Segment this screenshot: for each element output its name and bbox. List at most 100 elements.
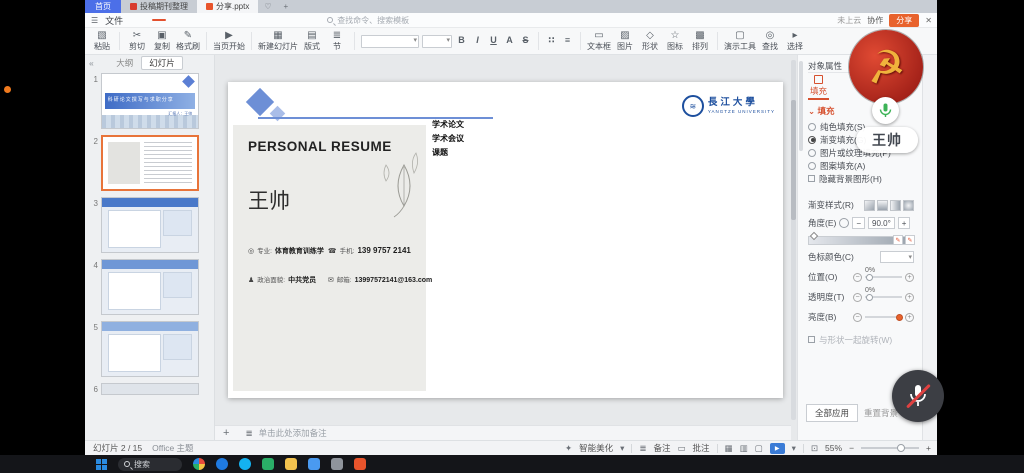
gradient-stop-marker[interactable] bbox=[810, 232, 818, 240]
slide-thumbnail[interactable] bbox=[101, 321, 199, 377]
gradient-style-button[interactable] bbox=[890, 200, 901, 211]
chevron-down-icon[interactable]: ▾ bbox=[792, 443, 796, 454]
home-tab[interactable]: 首页 bbox=[85, 0, 121, 13]
wechat-icon[interactable] bbox=[262, 458, 274, 470]
hide-background-checkbox[interactable]: 隐藏背景图形(H) bbox=[808, 172, 914, 185]
toolbar-button[interactable]: B bbox=[455, 36, 468, 47]
taskbar-search[interactable]: 搜索 bbox=[118, 458, 182, 471]
menu-item[interactable] bbox=[200, 19, 214, 21]
docs-icon[interactable] bbox=[308, 458, 320, 470]
slider-track[interactable] bbox=[865, 316, 902, 318]
hamburger-icon[interactable]: ☰ bbox=[91, 16, 98, 25]
gradient-stop-bar[interactable]: ✎ ✎ bbox=[808, 236, 914, 245]
sorter-view-icon[interactable]: ▥ bbox=[740, 443, 748, 454]
collaborate-button[interactable]: 协作 bbox=[867, 15, 883, 26]
menu-item[interactable] bbox=[248, 19, 262, 21]
new-slide-button[interactable]: + bbox=[223, 427, 229, 439]
toolbar-button[interactable]: ▤ 版式 bbox=[301, 31, 323, 51]
command-search[interactable]: 查找命令、搜索模板 bbox=[327, 15, 409, 26]
toolbar-button[interactable] bbox=[251, 32, 252, 50]
zoom-slider-knob[interactable] bbox=[897, 444, 905, 452]
toolbar-button[interactable] bbox=[580, 32, 581, 50]
stop-color-dropdown[interactable] bbox=[880, 251, 914, 263]
toolbar-button[interactable]: U bbox=[487, 36, 500, 47]
share-button[interactable]: 分享 bbox=[889, 14, 919, 27]
toolbar-button[interactable] bbox=[717, 32, 718, 50]
menu-item[interactable] bbox=[264, 19, 278, 21]
toolbar-button[interactable]: ▧ 粘贴 bbox=[91, 31, 113, 51]
zoom-level[interactable]: 55% bbox=[825, 443, 842, 453]
edge-browser-icon[interactable] bbox=[216, 458, 228, 470]
toolbar-button[interactable] bbox=[538, 32, 539, 50]
canvas-scrollbar[interactable] bbox=[791, 60, 796, 420]
remove-stop-button[interactable]: ✎ bbox=[905, 235, 915, 245]
toolbar-button[interactable]: ▶ 当页开始 bbox=[213, 31, 245, 51]
zoom-out-button[interactable]: − bbox=[849, 443, 854, 453]
toolbar-button[interactable]: ▭ 文本框 bbox=[587, 31, 611, 51]
reset-background-button[interactable]: 重置背景 bbox=[864, 407, 898, 419]
toolbar-button[interactable]: ◎ 查找 bbox=[759, 31, 781, 51]
menu-item[interactable] bbox=[152, 19, 166, 21]
toolbar-button[interactable]: ✎ 格式刷 bbox=[176, 31, 200, 51]
add-stop-button[interactable]: ✎ bbox=[893, 235, 903, 245]
angle-dial-icon[interactable] bbox=[839, 218, 849, 228]
increase-icon[interactable]: + bbox=[905, 293, 914, 302]
toolbar-button[interactable]: ≣ 节 bbox=[326, 31, 348, 51]
angle-decrease-button[interactable]: − bbox=[852, 217, 865, 229]
angle-value[interactable]: 90.0° bbox=[868, 217, 895, 229]
toolbar-button[interactable]: ▨ 图片 bbox=[614, 31, 636, 51]
notes-bar[interactable]: + ≣ 单击此处添加备注 bbox=[215, 425, 791, 440]
toolbar-button[interactable] bbox=[354, 32, 355, 50]
folder-icon[interactable] bbox=[285, 458, 297, 470]
decrease-icon[interactable]: − bbox=[853, 273, 862, 282]
menu-item[interactable] bbox=[216, 19, 230, 21]
gradient-style-button[interactable] bbox=[877, 200, 888, 211]
rotate-with-shape-checkbox[interactable]: 与形状一起旋转(W) bbox=[808, 333, 914, 346]
toolbar-button[interactable]: ∷ bbox=[545, 36, 558, 47]
toolbar-button[interactable]: ▩ 排列 bbox=[689, 31, 711, 51]
menu-item[interactable] bbox=[296, 19, 310, 21]
slider-knob[interactable] bbox=[866, 294, 873, 301]
gradient-style-button[interactable] bbox=[903, 200, 914, 211]
file-menu[interactable]: 文件 bbox=[105, 14, 123, 27]
slide-thumbnail[interactable] bbox=[101, 259, 199, 315]
browser-360-icon[interactable] bbox=[193, 458, 205, 470]
fill-tab[interactable]: 填充 bbox=[808, 73, 829, 100]
toolbar-button[interactable]: A bbox=[503, 36, 516, 47]
toolbar-button[interactable]: ▸ 选择 bbox=[784, 31, 806, 51]
menu-item[interactable] bbox=[184, 19, 198, 21]
camera-feed[interactable]: ☭ bbox=[849, 30, 923, 104]
mic-muted-button[interactable] bbox=[892, 370, 944, 422]
gradient-style-button[interactable] bbox=[864, 200, 875, 211]
wps-icon[interactable] bbox=[354, 458, 366, 470]
slide-canvas[interactable]: ≋ 長江大學 YANGTZE UNIVERSITY PERSONAL RESUM… bbox=[228, 82, 783, 398]
start-button[interactable] bbox=[96, 459, 107, 470]
angle-increase-button[interactable]: + bbox=[898, 217, 911, 229]
comments-button[interactable]: 批注 bbox=[693, 442, 710, 454]
toolbar-button[interactable] bbox=[206, 32, 207, 50]
chevron-down-icon[interactable]: ▾ bbox=[620, 443, 624, 454]
decrease-icon[interactable]: − bbox=[853, 293, 862, 302]
document-tab[interactable]: 分享.pptx bbox=[197, 0, 258, 13]
increase-icon[interactable]: + bbox=[905, 273, 914, 282]
new-tab-button[interactable]: + bbox=[278, 0, 295, 13]
qq-icon[interactable] bbox=[239, 458, 251, 470]
slide-thumbnail[interactable]: 科研论文撰写与求职分享 汇报人：王帅 bbox=[101, 73, 199, 129]
mic-on-button[interactable] bbox=[872, 97, 899, 124]
toolbar-button[interactable]: ▦ 新建幻灯片 bbox=[258, 31, 298, 51]
toolbar-button[interactable]: S bbox=[519, 36, 532, 47]
tab-outline[interactable]: 大纲 bbox=[116, 57, 133, 69]
slider-track[interactable]: 0% bbox=[865, 296, 902, 298]
annotation-dot[interactable] bbox=[4, 86, 11, 93]
slide-thumbnail[interactable] bbox=[101, 135, 199, 191]
beautify-button[interactable]: 智能美化 bbox=[579, 442, 613, 454]
toolbar-button[interactable]: ☆ 图标 bbox=[664, 31, 686, 51]
menu-item[interactable] bbox=[232, 19, 246, 21]
slider-knob[interactable] bbox=[896, 314, 903, 321]
menu-item[interactable] bbox=[280, 19, 294, 21]
tab-slides[interactable]: 幻灯片 bbox=[141, 56, 183, 70]
fill-option[interactable]: 图案填充(A) bbox=[808, 159, 914, 172]
reading-view-icon[interactable]: ▢ bbox=[755, 443, 763, 454]
toolbar-button[interactable] bbox=[361, 35, 419, 48]
menu-item[interactable] bbox=[168, 19, 182, 21]
